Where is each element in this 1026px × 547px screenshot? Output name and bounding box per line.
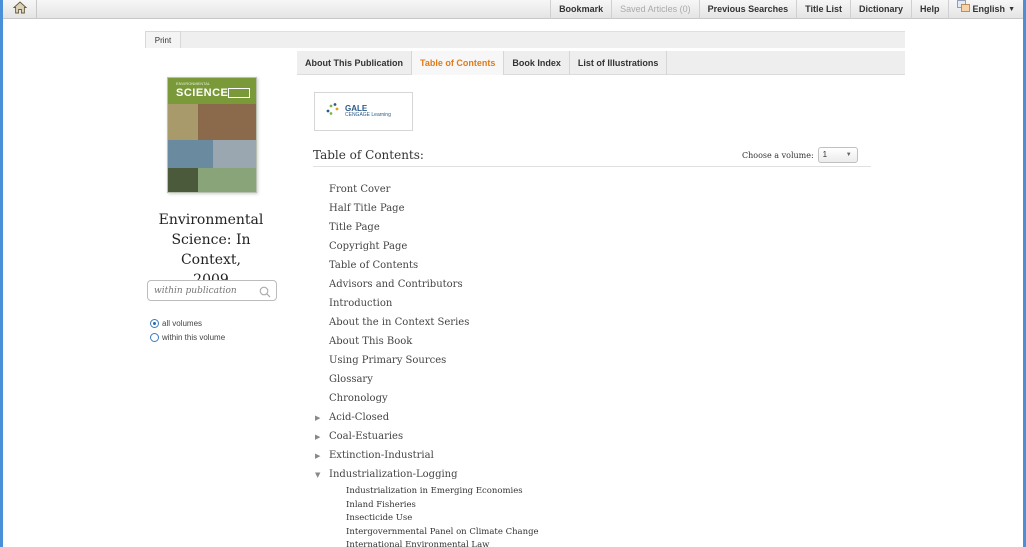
scope-all-volumes[interactable]: all volumes	[150, 319, 202, 328]
toc-item-glossary[interactable]: Glossary	[313, 371, 873, 390]
tab-about-publication[interactable]: About This Publication	[297, 51, 412, 75]
toc-item-advisors[interactable]: Advisors and Contributors	[313, 276, 873, 295]
radio-within-volume[interactable]	[150, 333, 159, 342]
volume-chooser: Choose a volume: 1 ▼	[742, 147, 858, 163]
toc-item-about-book[interactable]: About This Book	[313, 333, 873, 352]
toc-item-chronology[interactable]: Chronology	[313, 390, 873, 409]
print-button[interactable]: Print	[145, 31, 181, 48]
toc-item-front-cover[interactable]: Front Cover	[313, 181, 873, 200]
top-toolbar: Bookmark Saved Articles (0) Previous Sea…	[3, 0, 1023, 19]
volume-label: Choose a volume:	[742, 150, 814, 160]
home-icon	[12, 0, 27, 19]
expand-arrow-icon[interactable]: ▶	[315, 447, 329, 465]
collapse-arrow-icon[interactable]: ▼	[315, 466, 329, 484]
radio-all-volumes[interactable]	[150, 319, 159, 328]
cover-title-text: SCIENCE	[176, 87, 229, 99]
tab-book-index[interactable]: Book Index	[504, 51, 570, 75]
expand-arrow-icon[interactable]: ▶	[315, 428, 329, 446]
toc-item-about-series[interactable]: About the in Context Series	[313, 314, 873, 333]
title-list-link[interactable]: Title List	[796, 0, 850, 19]
toc-subitem[interactable]: Intergovernmental Panel on Climate Chang…	[313, 526, 873, 540]
language-label: English	[972, 4, 1006, 14]
search-icon[interactable]	[259, 285, 271, 303]
scope-within-volume[interactable]: within this volume	[150, 333, 225, 342]
toc-section-industrialization-logging[interactable]: ▼ Industrialization-Logging	[313, 466, 873, 485]
bookmark-link[interactable]: Bookmark	[550, 0, 611, 19]
toc-subitem[interactable]: Insecticide Use	[313, 512, 873, 526]
home-button[interactable]	[3, 0, 37, 19]
toc-heading: Table of Contents:	[313, 148, 424, 162]
search-box	[147, 280, 277, 301]
toc-item-primary-sources[interactable]: Using Primary Sources	[313, 352, 873, 371]
tab-list-of-illustrations[interactable]: List of Illustrations	[570, 51, 668, 75]
radio-label: all volumes	[162, 319, 203, 328]
publication-title: Environmental Science: In Context, 2009	[158, 212, 264, 288]
previous-searches-link[interactable]: Previous Searches	[698, 0, 797, 19]
saved-articles-link[interactable]: Saved Articles (0)	[611, 0, 699, 19]
search-within-publication-input[interactable]	[154, 285, 254, 296]
toc-subitem[interactable]: International Environmental Law	[313, 539, 873, 547]
top-nav: Bookmark Saved Articles (0) Previous Sea…	[550, 0, 1023, 19]
toc-item-table-of-contents[interactable]: Table of Contents	[313, 257, 873, 276]
toc-section-extinction-industrial[interactable]: ▶ Extinction-Industrial	[313, 447, 873, 466]
publisher-logo: GALE CENGAGE Learning	[314, 92, 413, 131]
radio-label: within this volume	[162, 333, 226, 342]
toc-item-copyright-page[interactable]: Copyright Page	[313, 238, 873, 257]
expand-arrow-icon[interactable]: ▶	[315, 409, 329, 427]
toc-section-acid-closed[interactable]: ▶ Acid-Closed	[313, 409, 873, 428]
gale-logo-icon	[325, 102, 341, 121]
publication-tabs: About This Publication Table of Contents…	[297, 51, 905, 75]
language-icon	[956, 0, 970, 19]
book-cover-image[interactable]: ENVIRONMENTAL SCIENCE	[167, 77, 257, 193]
volume-select[interactable]: 1 ▼	[817, 147, 858, 163]
toc-section-coal-estuaries[interactable]: ▶ Coal-Estuaries	[313, 428, 873, 447]
divider	[313, 166, 871, 167]
chevron-down-icon: ▼	[845, 152, 852, 158]
tab-table-of-contents[interactable]: Table of Contents	[412, 51, 505, 75]
print-toolbar	[181, 31, 905, 48]
help-link[interactable]: Help	[911, 0, 948, 19]
cover-series-text: ENVIRONMENTAL	[176, 81, 211, 86]
dictionary-link[interactable]: Dictionary	[850, 0, 911, 19]
language-select[interactable]: English ▼	[947, 0, 1023, 19]
toc-item-half-title-page[interactable]: Half Title Page	[313, 200, 873, 219]
toc-subitem[interactable]: Industrialization in Emerging Economies	[313, 485, 873, 499]
toc-item-title-page[interactable]: Title Page	[313, 219, 873, 238]
toc-list: Front Cover Half Title Page Title Page C…	[313, 181, 873, 547]
toc-item-introduction[interactable]: Introduction	[313, 295, 873, 314]
toc-subitem[interactable]: Inland Fisheries	[313, 499, 873, 513]
chevron-down-icon: ▼	[1008, 6, 1015, 13]
